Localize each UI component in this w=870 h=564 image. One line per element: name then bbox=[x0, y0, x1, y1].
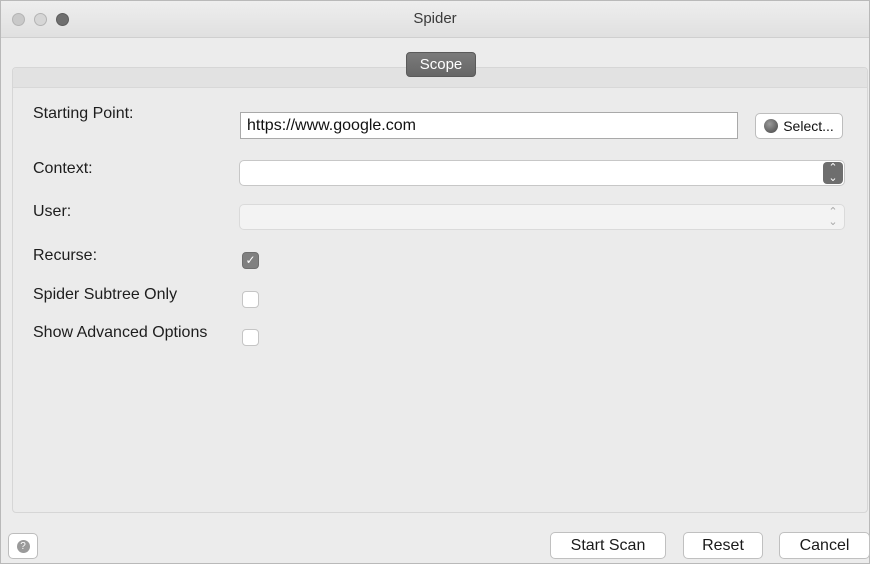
checkmark-icon: ✓ bbox=[245, 253, 256, 267]
subtree-only-label: Spider Subtree Only bbox=[33, 286, 178, 303]
select-button-label: Select... bbox=[783, 118, 834, 134]
help-button[interactable]: ? bbox=[8, 533, 38, 559]
user-select[interactable]: ⌃ ⌄ bbox=[239, 204, 845, 230]
select-starting-point-button[interactable]: Select... bbox=[755, 113, 843, 139]
user-label: User: bbox=[33, 203, 72, 220]
cancel-button[interactable]: Cancel bbox=[779, 532, 870, 559]
up-down-chevron-icon: ⌃ ⌄ bbox=[823, 162, 843, 184]
advanced-options-checkbox[interactable] bbox=[242, 329, 259, 346]
start-scan-button[interactable]: Start Scan bbox=[550, 532, 666, 559]
recurse-label: Recurse: bbox=[33, 247, 98, 264]
reset-button[interactable]: Reset bbox=[683, 532, 763, 559]
advanced-options-label: Show Advanced Options bbox=[33, 324, 208, 341]
tab-scope[interactable]: Scope bbox=[406, 52, 476, 77]
window-title: Spider bbox=[413, 10, 457, 27]
recurse-checkbox[interactable]: ✓ bbox=[242, 252, 259, 269]
up-down-chevron-icon: ⌃ ⌄ bbox=[828, 206, 838, 228]
spider-dialog: Spider Scope Starting Point: Select... C… bbox=[0, 0, 870, 564]
help-icon: ? bbox=[16, 539, 30, 553]
starting-point-label: Starting Point: bbox=[33, 105, 134, 122]
globe-icon bbox=[764, 119, 779, 133]
context-select[interactable]: ⌃ ⌄ bbox=[239, 160, 845, 186]
subtree-only-checkbox[interactable] bbox=[242, 291, 259, 308]
title-bar: Spider bbox=[1, 1, 869, 38]
context-label: Context: bbox=[33, 160, 93, 177]
starting-point-input[interactable] bbox=[240, 112, 738, 139]
